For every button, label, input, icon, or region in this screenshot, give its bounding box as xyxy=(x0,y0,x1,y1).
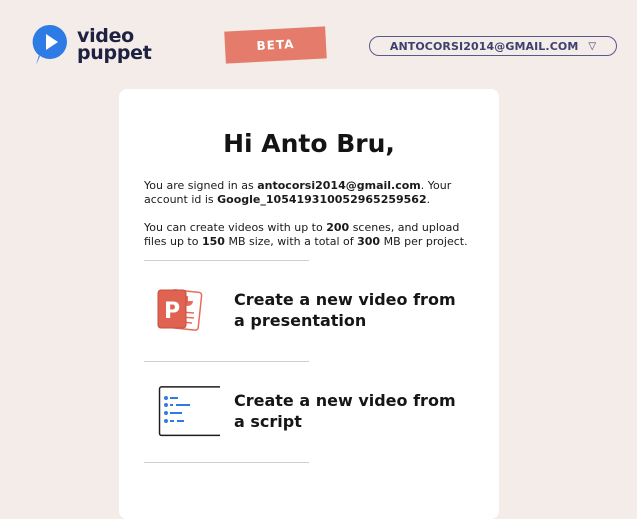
presentation-icon: P xyxy=(144,280,234,340)
limits-text: You can create videos with up to 200 sce… xyxy=(144,221,484,249)
account-email: ANTOCORSI2014@GMAIL.COM xyxy=(389,39,579,53)
account-dropdown[interactable]: ANTOCORSI2014@GMAIL.COM ▽ xyxy=(369,36,617,56)
limits-part-4: MB per project. xyxy=(380,235,468,248)
divider xyxy=(144,361,309,362)
limits-part-3: MB size, with a total of xyxy=(224,235,358,248)
chevron-down-icon: ▽ xyxy=(588,40,597,52)
signed-in-prefix: You are signed in as xyxy=(144,179,258,192)
max-file-size: 150 xyxy=(201,235,225,248)
welcome-card: Hi Anto Bru, You are signed in as antoco… xyxy=(119,89,499,519)
play-icon xyxy=(32,24,67,65)
script-icon xyxy=(144,381,234,441)
app-logo[interactable]: video puppet xyxy=(31,23,152,67)
account-id: Google_105419310052965259562 xyxy=(217,193,427,206)
create-from-presentation-label: Create a new video from a presentation xyxy=(234,290,456,330)
limits-part-1: You can create videos with up to xyxy=(144,221,327,234)
svg-text:P: P xyxy=(164,299,180,324)
divider xyxy=(144,260,309,261)
max-project-size: 300 xyxy=(357,235,381,248)
logo-wordmark: video puppet xyxy=(77,27,152,64)
create-from-script-label: Create a new video from a script xyxy=(234,391,456,431)
account-info-text: You are signed in as antocorsi2014@gmail… xyxy=(144,179,484,207)
signed-in-email: antocorsi2014@gmail.com xyxy=(257,179,421,192)
greeting-heading: Hi Anto Bru, xyxy=(223,129,395,158)
max-scenes: 200 xyxy=(326,221,350,234)
divider xyxy=(144,462,309,463)
beta-badge: BETA xyxy=(224,26,327,64)
create-from-presentation-button[interactable]: P Create a new video from a presentation xyxy=(144,280,484,340)
create-from-script-button[interactable]: Create a new video from a script xyxy=(144,381,484,441)
logo-line-2: puppet xyxy=(77,42,152,64)
signed-in-suffix: . xyxy=(426,193,431,206)
